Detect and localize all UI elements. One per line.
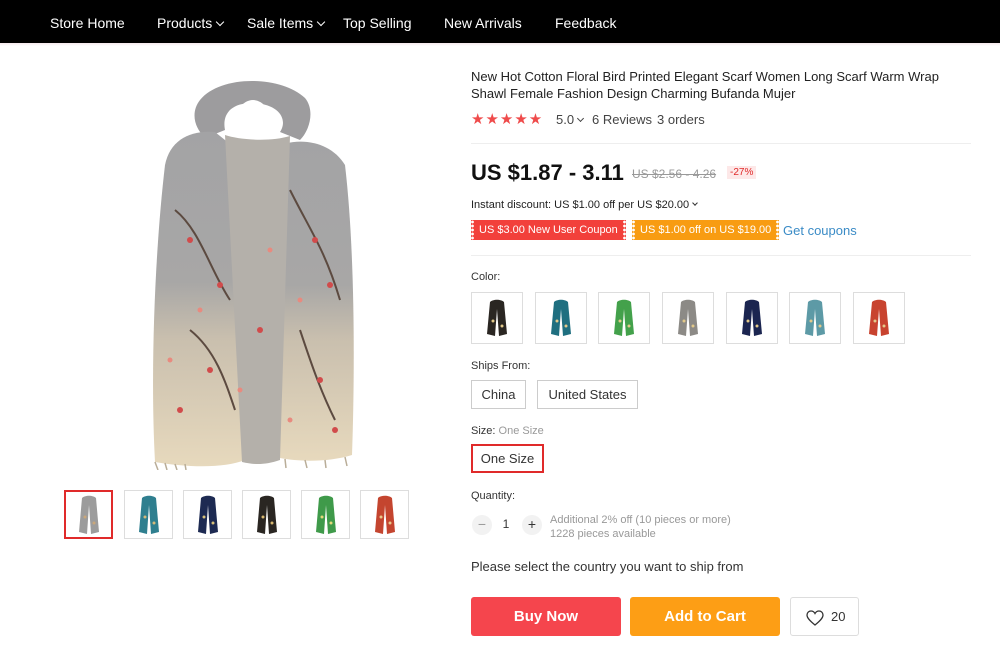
thumbnail-2[interactable] [124, 490, 173, 539]
new-user-coupon[interactable]: US $3.00 New User Coupon [471, 220, 626, 240]
color-option-1[interactable] [471, 292, 523, 344]
instant-discount-text: Instant discount: US $1.00 off per US $2… [471, 199, 690, 211]
get-coupons-link[interactable]: Get coupons [783, 223, 857, 238]
nav-label: Feedback [555, 15, 617, 31]
color-label: Color: [471, 271, 501, 283]
thumbnail-4[interactable] [242, 490, 291, 539]
rating-dropdown[interactable]: 5.0 [556, 112, 585, 127]
reviews-link[interactable]: 6 Reviews [592, 112, 652, 127]
quantity-plus-button[interactable]: + [522, 515, 542, 535]
divider [471, 143, 971, 144]
color-option-4[interactable] [662, 292, 714, 344]
nav-feedback[interactable]: Feedback [555, 0, 616, 43]
store-coupon[interactable]: US $1.00 off on US $19.00 [632, 220, 780, 240]
wishlist-button[interactable]: 20 [790, 597, 859, 636]
nav-top-selling[interactable]: Top Selling [343, 0, 412, 43]
product-main-image[interactable] [130, 70, 370, 471]
ship-option-united-states[interactable]: United States [537, 380, 638, 409]
nav-store-home[interactable]: Store Home [50, 0, 125, 43]
quantity-minus-button[interactable]: − [472, 515, 492, 535]
discount-badge: -27% [727, 166, 757, 179]
ship-from-message: Please select the country you want to sh… [471, 559, 744, 574]
quantity-info: Additional 2% off (10 pieces or more) 12… [550, 513, 731, 541]
divider [471, 255, 971, 256]
ship-option-china[interactable]: China [471, 380, 526, 409]
quantity-value[interactable]: 1 [500, 517, 512, 531]
instant-discount[interactable]: Instant discount: US $1.00 off per US $2… [471, 199, 698, 211]
color-option-7[interactable] [853, 292, 905, 344]
chevron-down-icon [216, 17, 225, 27]
color-option-6[interactable] [789, 292, 841, 344]
color-option-3[interactable] [598, 292, 650, 344]
thumbnail-1[interactable] [64, 490, 113, 539]
add-to-cart-button[interactable]: Add to Cart [630, 597, 780, 636]
chevron-down-icon [692, 200, 698, 206]
ships-from-label: Ships From: [471, 360, 531, 372]
bulk-discount-note: Additional 2% off (10 pieces or more) [550, 514, 731, 526]
nav-label: Store Home [50, 15, 125, 31]
star-rating-icon: ★★★★★ [471, 111, 544, 128]
wishlist-count: 20 [831, 609, 846, 624]
nav-label: Top Selling [343, 15, 412, 31]
quantity-label: Quantity: [471, 490, 516, 502]
thumbnail-5[interactable] [301, 490, 350, 539]
product-title: New Hot Cotton Floral Bird Printed Elega… [471, 69, 939, 101]
nav-products[interactable]: Products [157, 0, 225, 43]
rating-value: 5.0 [556, 112, 575, 127]
nav-sale-items[interactable]: Sale Items [247, 0, 326, 43]
nav-label: Products [157, 15, 213, 31]
buy-now-button[interactable]: Buy Now [471, 597, 621, 636]
nav-shadow [0, 43, 1000, 46]
thumbnail-3[interactable] [183, 490, 232, 539]
size-label: Size: [471, 425, 496, 437]
color-option-2[interactable] [535, 292, 587, 344]
orders-count: 3 orders [657, 112, 705, 127]
color-option-5[interactable] [726, 292, 778, 344]
top-nav: Store Home Products Sale Items Top Selli… [0, 0, 1000, 43]
thumbnail-6[interactable] [360, 490, 409, 539]
chevron-down-icon [316, 17, 326, 27]
nav-new-arrivals[interactable]: New Arrivals [444, 0, 522, 43]
size-option-one-size[interactable]: One Size [471, 444, 544, 473]
size-label-row: Size: One Size [471, 425, 544, 437]
nav-label: Sale Items [247, 15, 314, 31]
chevron-down-icon [577, 114, 585, 123]
price: US $1.87 - 3.11 [471, 160, 624, 185]
original-price: US $2.56 - 4.26 [632, 167, 717, 181]
pieces-available: 1228 pieces available [550, 528, 656, 540]
size-selected-value: One Size [498, 425, 544, 437]
heart-icon [806, 610, 824, 626]
nav-label: New Arrivals [444, 15, 522, 31]
